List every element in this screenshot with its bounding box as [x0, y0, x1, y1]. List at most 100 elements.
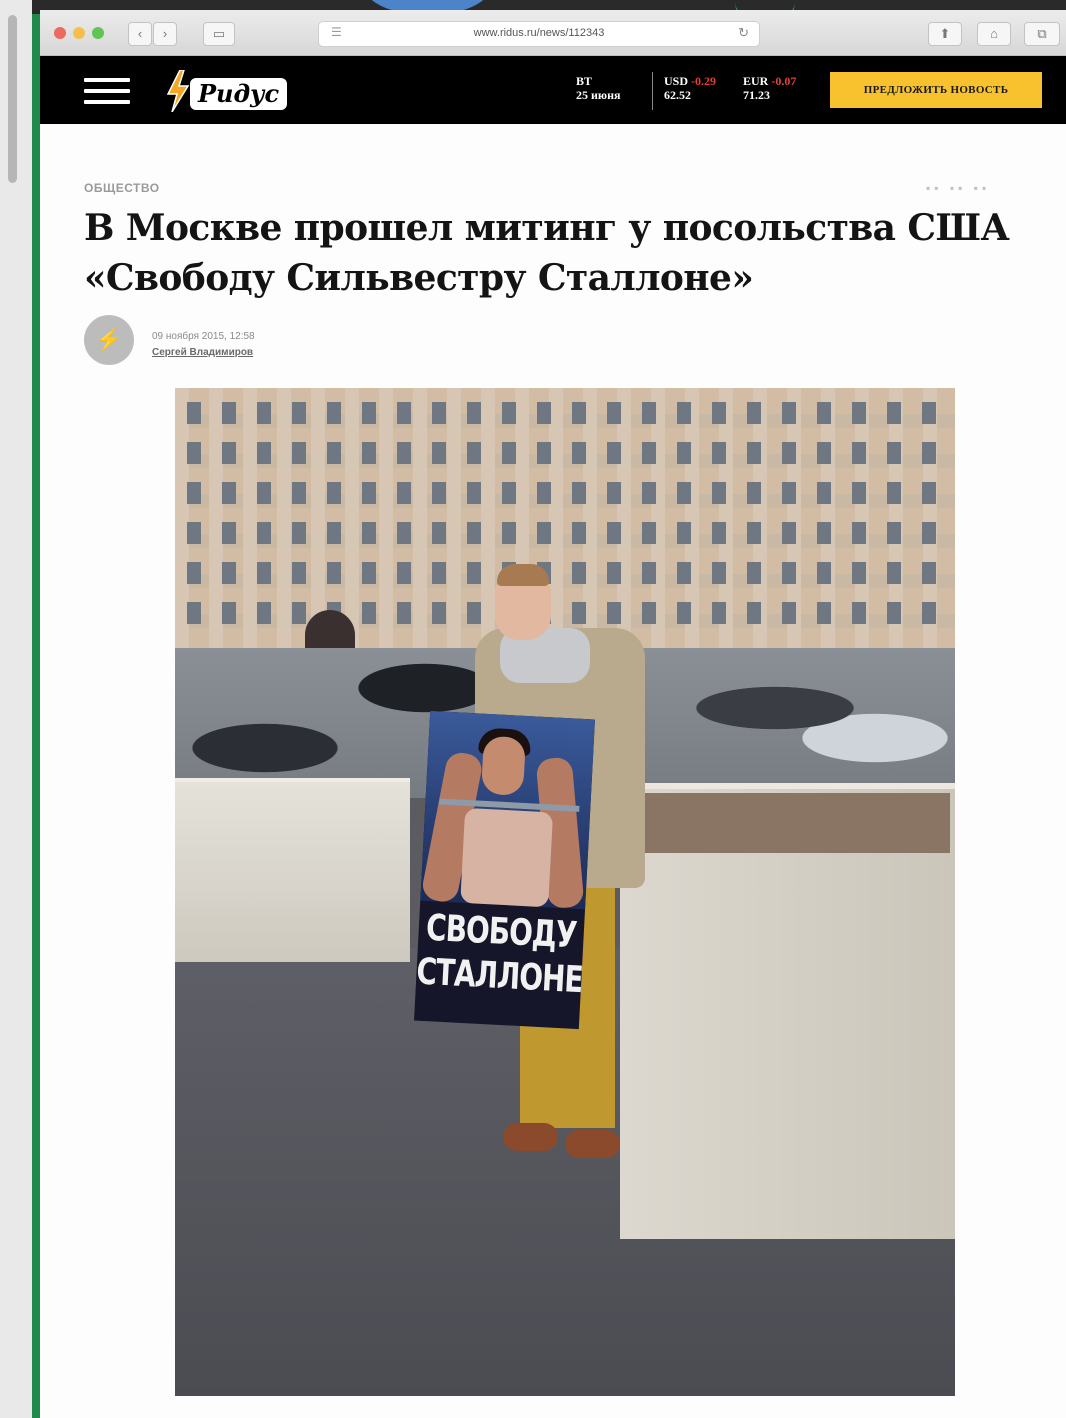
back-button[interactable]: ‹	[128, 22, 152, 46]
currency-code: USD	[664, 74, 689, 88]
building-window	[887, 402, 901, 424]
article-author[interactable]: Сергей Владимиров	[152, 347, 253, 358]
building-window	[397, 602, 411, 624]
building-window	[222, 562, 236, 584]
building-window	[572, 482, 586, 504]
building-window	[502, 402, 516, 424]
propose-news-button[interactable]: ПРЕДЛОЖИТЬ НОВОСТЬ	[830, 72, 1042, 108]
building-window	[397, 402, 411, 424]
building-window	[607, 402, 621, 424]
building-window	[712, 442, 726, 464]
building-window	[432, 442, 446, 464]
building-window	[642, 482, 656, 504]
tabs-icon[interactable]: ⧉	[1024, 22, 1060, 46]
building-window	[362, 562, 376, 584]
building-window	[502, 522, 516, 544]
building-window	[747, 602, 761, 624]
currency-code: EUR	[743, 74, 769, 88]
poster-text: СВОБОДУ СТАЛЛОНЕ	[415, 906, 584, 1003]
site-logo[interactable]: Ридус	[164, 70, 296, 112]
building-window	[782, 602, 796, 624]
article-content: ОБЩЕСТВО ▪▪ ▪▪ ▪▪ В Москве прошел митинг…	[40, 125, 1066, 1418]
poster-text-line2: СТАЛЛОНЕ	[415, 949, 584, 1002]
building-window	[852, 482, 866, 504]
article-category[interactable]: ОБЩЕСТВО	[84, 181, 160, 195]
sidebar-toggle-icon[interactable]: ▭	[203, 22, 235, 46]
logo-text: Ридус	[190, 78, 288, 110]
building-window	[432, 562, 446, 584]
building-window	[362, 602, 376, 624]
building-window	[327, 522, 341, 544]
building-window	[397, 482, 411, 504]
protest-poster: СВОБОДУ СТАЛЛОНЕ	[414, 710, 595, 1030]
reload-icon[interactable]: ↻	[738, 25, 749, 41]
currency-change: -0.07	[771, 74, 797, 88]
building-window	[397, 442, 411, 464]
building-window	[747, 562, 761, 584]
share-icons[interactable]: ▪▪ ▪▪ ▪▪	[926, 181, 990, 195]
building-window	[922, 522, 936, 544]
building-window	[712, 482, 726, 504]
building-window	[782, 402, 796, 424]
building-window	[712, 522, 726, 544]
photo-planter-right	[620, 783, 955, 1239]
building-window	[712, 402, 726, 424]
header-day: ВТ	[576, 74, 592, 88]
forward-button[interactable]: ›	[153, 22, 177, 46]
building-window	[327, 442, 341, 464]
building-window	[467, 402, 481, 424]
building-window	[782, 442, 796, 464]
home-icon[interactable]: ⌂	[977, 22, 1011, 46]
close-window-button[interactable]	[54, 27, 66, 39]
building-window	[607, 482, 621, 504]
left-scroll-column	[0, 0, 32, 1418]
building-window	[677, 562, 691, 584]
share-icon[interactable]: ⬆	[928, 22, 962, 46]
building-window	[292, 482, 306, 504]
building-window	[782, 562, 796, 584]
building-window	[817, 402, 831, 424]
header-date: ВТ 25 июня	[576, 74, 621, 102]
browser-toolbar: ‹ › ▭ ☰ www.ridus.ru/news/112343 ↻ ⬆ ⌂ ⧉	[40, 10, 1066, 56]
building-window	[572, 402, 586, 424]
building-window	[922, 482, 936, 504]
building-window	[187, 482, 201, 504]
building-window	[292, 562, 306, 584]
article-title-line1: В Москве прошел митинг у посольства США	[84, 207, 1010, 249]
building-window	[292, 402, 306, 424]
building-window	[537, 482, 551, 504]
scrollbar-thumb[interactable]	[8, 15, 17, 183]
building-window	[257, 482, 271, 504]
building-window	[397, 522, 411, 544]
minimize-window-button[interactable]	[73, 27, 85, 39]
building-window	[852, 442, 866, 464]
building-window	[677, 482, 691, 504]
building-window	[817, 442, 831, 464]
address-bar[interactable]: ☰ www.ridus.ru/news/112343 ↻	[318, 21, 760, 47]
building-window	[817, 482, 831, 504]
building-window	[222, 482, 236, 504]
photo-planter-left	[175, 778, 410, 962]
building-window	[607, 522, 621, 544]
building-window	[817, 602, 831, 624]
article-title-line2: «Свободу Сильвестру Сталлоне»	[84, 257, 754, 299]
building-window	[467, 442, 481, 464]
building-window	[187, 602, 201, 624]
building-window	[327, 562, 341, 584]
building-window	[922, 602, 936, 624]
building-window	[222, 442, 236, 464]
browser-window: ‹ › ▭ ☰ www.ridus.ru/news/112343 ↻ ⬆ ⌂ ⧉…	[40, 10, 1066, 1418]
building-window	[922, 562, 936, 584]
currency-usd: USD -0.29 62.52	[664, 74, 716, 102]
building-window	[502, 442, 516, 464]
author-avatar-icon[interactable]: ⚡	[84, 315, 134, 365]
building-window	[467, 482, 481, 504]
currency-eur: EUR -0.07 71.23	[743, 74, 796, 102]
photo-planter-soil	[640, 793, 950, 853]
maximize-window-button[interactable]	[92, 27, 104, 39]
menu-icon[interactable]	[84, 78, 130, 104]
building-window	[432, 522, 446, 544]
currency-change: -0.29	[691, 74, 717, 88]
building-window	[187, 442, 201, 464]
building-window	[187, 522, 201, 544]
